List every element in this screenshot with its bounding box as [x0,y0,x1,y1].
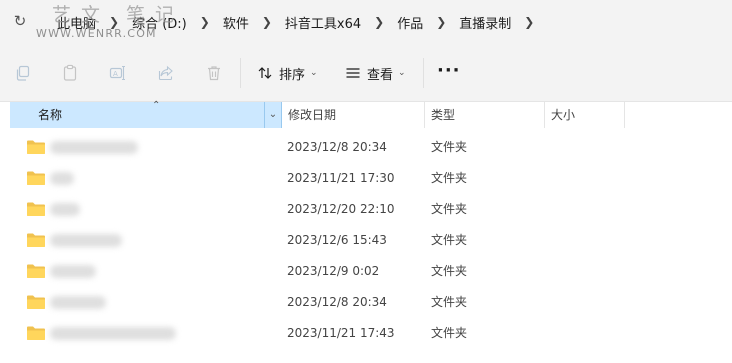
paste-icon[interactable] [59,62,81,84]
view-button[interactable]: 查看 ⌄ [345,62,406,84]
file-row[interactable]: 2023/12/9 0:02 文件夹 [0,256,732,287]
folder-icon [27,295,45,309]
file-date: 2023/12/8 20:34 [287,140,387,154]
watermark-url: WWW.WENRR.COM [36,27,157,40]
sort-icon [258,67,272,79]
breadcrumb-item-live-recording[interactable]: 直播录制 [452,13,518,32]
command-bar: A 排序 ⌄ 查看 ⌄ ··· [0,44,732,102]
chevron-right-icon[interactable]: ❯ [194,9,216,35]
file-type: 文件夹 [431,326,468,340]
refresh-icon[interactable]: ↻ [10,10,30,32]
file-date: 2023/12/9 0:02 [287,264,380,278]
chevron-right-icon[interactable]: ❯ [368,9,390,35]
copy-icon[interactable] [12,62,34,84]
file-name-redacted [50,327,176,340]
view-icon [346,68,360,78]
address-bar: ↻ 此电脑 ❯ 综合 (D:) ❯ 软件 ❯ 抖音工具x64 ❯ 作品 ❯ 直播… [0,0,732,44]
watermark-title: 艺文 笔记 [52,4,185,26]
file-name-redacted [50,141,138,154]
file-row[interactable]: 2023/12/20 22:10 文件夹 [0,194,732,225]
breadcrumb-item-douyin-tools[interactable]: 抖音工具x64 [278,13,368,32]
sort-button[interactable]: 排序 ⌄ [257,62,318,84]
sort-label: 排序 [279,67,306,83]
chevron-right-icon[interactable]: ❯ [430,9,452,35]
chevron-down-icon: ⌄ [398,68,406,78]
file-name-redacted [50,296,106,309]
toolbar-divider [240,58,241,88]
file-row[interactable]: 2023/11/21 17:43 文件夹 [0,318,732,349]
file-list: 2023/12/8 20:34 文件夹 2023/11/21 17:30 文件夹… [0,132,732,349]
column-header-type[interactable]: 类型 [425,102,545,128]
sort-ascending-icon: ⌃ [152,100,161,111]
file-date: 2023/11/21 17:43 [287,326,395,340]
folder-icon [27,326,45,340]
folder-icon [27,202,45,216]
file-name-redacted [50,203,80,216]
column-header-size[interactable]: 大小 [545,102,625,128]
breadcrumb-item-software[interactable]: 软件 [216,13,256,32]
rename-icon[interactable]: A [106,62,128,84]
file-row[interactable]: 2023/11/21 17:30 文件夹 [0,163,732,194]
folder-icon [27,171,45,185]
file-date: 2023/12/6 15:43 [287,233,387,247]
file-row[interactable]: 2023/12/8 20:34 文件夹 [0,287,732,318]
svg-text:A: A [113,70,118,78]
chevron-down-icon: ⌄ [310,68,318,78]
file-type: 文件夹 [431,171,468,185]
file-name-redacted [50,265,96,278]
file-type: 文件夹 [431,295,468,309]
column-header-row: ⌃ 名称 ⌄ 修改日期 类型 大小 [0,100,732,128]
file-type: 文件夹 [431,264,468,278]
chevron-right-icon[interactable]: ❯ [256,9,278,35]
breadcrumb-item-works[interactable]: 作品 [390,13,430,32]
chevron-down-icon[interactable]: ⌄ [264,102,281,128]
file-row[interactable]: 2023/12/6 15:43 文件夹 [0,225,732,256]
file-row[interactable]: 2023/12/8 20:34 文件夹 [0,132,732,163]
share-icon[interactable] [155,62,177,84]
file-type: 文件夹 [431,140,468,154]
folder-icon [27,140,45,154]
file-date: 2023/12/8 20:34 [287,295,387,309]
watermark: 艺文 笔记 WWW.WENRR.COM [36,4,185,40]
folder-icon [27,264,45,278]
column-header-name-label: 名称 [38,108,63,122]
file-date: 2023/11/21 17:30 [287,171,395,185]
file-type: 文件夹 [431,202,468,216]
toolbar-divider [423,58,424,88]
file-name-redacted [50,234,122,247]
file-type: 文件夹 [431,233,468,247]
column-header-date[interactable]: 修改日期 [282,102,425,128]
delete-icon[interactable] [203,62,225,84]
view-label: 查看 [367,67,394,83]
folder-icon [27,233,45,247]
chevron-right-icon[interactable]: ❯ [518,9,540,35]
more-options-button[interactable]: ··· [437,60,461,81]
column-header-name[interactable]: ⌃ 名称 ⌄ [10,100,282,128]
file-name-redacted [50,172,74,185]
file-date: 2023/12/20 22:10 [287,202,395,216]
